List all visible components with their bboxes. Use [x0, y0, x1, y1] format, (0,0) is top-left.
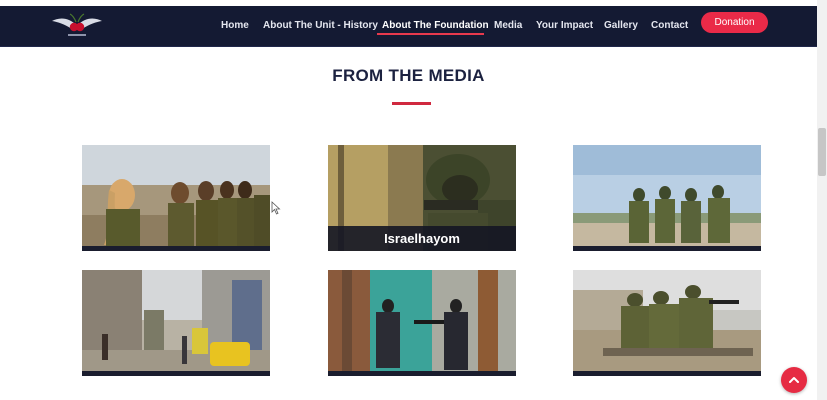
- card-bottom-bar: [573, 246, 761, 251]
- mouse-cursor-icon: [271, 201, 281, 220]
- chevron-up-icon: [789, 377, 799, 383]
- nav-active-indicator: [377, 33, 484, 35]
- media-card-6[interactable]: [573, 270, 761, 376]
- media-card-1[interactable]: [82, 145, 270, 251]
- card-bottom-bar: [82, 371, 270, 376]
- nav-media[interactable]: Media: [494, 17, 522, 35]
- media-card-2[interactable]: Israelhayom: [328, 145, 516, 251]
- nav-your-impact[interactable]: Your Impact: [536, 17, 593, 35]
- site-logo[interactable]: [50, 12, 104, 40]
- nav-gallery[interactable]: Gallery: [604, 17, 638, 35]
- media-card-3[interactable]: [573, 145, 761, 251]
- cherry-wings-logo-icon: [52, 13, 102, 36]
- card-bottom-bar: [573, 371, 761, 376]
- media-card-5[interactable]: [328, 270, 516, 376]
- photo-soldiers-doorway-icon: [328, 270, 516, 376]
- photo-soldiers-overlook-icon: [573, 145, 761, 251]
- nav-about-unit-history[interactable]: About The Unit - History: [263, 17, 378, 35]
- nav-home[interactable]: Home: [221, 17, 249, 35]
- card-bottom-bar: [328, 371, 516, 376]
- scroll-to-top-button[interactable]: [781, 367, 807, 393]
- media-card-4[interactable]: [82, 270, 270, 376]
- photo-soldiers-rooftop-icon: [573, 270, 761, 376]
- photo-female-soldiers-icon: [82, 145, 270, 251]
- donation-button[interactable]: Donation: [701, 12, 768, 33]
- photo-street-scene-icon: [82, 270, 270, 376]
- nav-contact[interactable]: Contact: [651, 17, 688, 35]
- card-bottom-bar: [82, 246, 270, 251]
- card-caption: Israelhayom: [328, 226, 516, 251]
- section-title: FROM THE MEDIA: [332, 66, 485, 85]
- title-underline: [392, 102, 431, 105]
- scrollbar-thumb[interactable]: [818, 128, 826, 176]
- main-navbar: Home About The Unit - History About The …: [0, 6, 817, 47]
- page-scrollbar[interactable]: [817, 0, 827, 400]
